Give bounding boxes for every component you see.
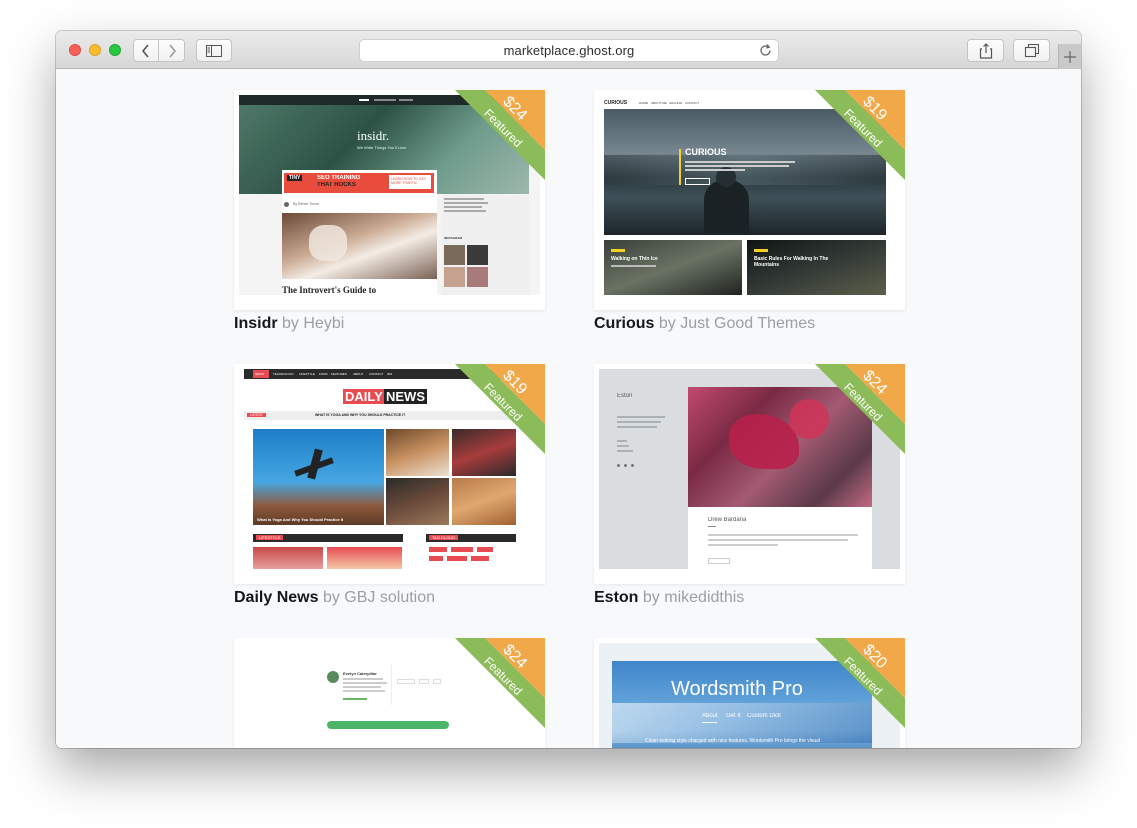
dn-logo-left: DAILY (343, 389, 385, 404)
by-label: by (282, 315, 299, 332)
theme-card-5[interactable]: Evelyn Caterpillar $24 Featured (234, 638, 545, 748)
insidr-tagline: We Write Things You'll Love (357, 145, 407, 150)
zoom-window-button[interactable] (109, 44, 121, 56)
forward-button[interactable] (158, 39, 185, 62)
wordsmith-nav-get-it: Get It (726, 713, 741, 719)
dn-nav-contact: CONTACT (369, 372, 384, 376)
curious-post2-title: Basic Rules For Walking In The Mountains (754, 256, 829, 268)
insidr-headline: The Introvert's Guide to (282, 285, 377, 295)
curious-nav-contact: CONTACT (685, 101, 700, 105)
dn-nav-news: NEWS (255, 372, 264, 376)
minimize-window-button[interactable] (89, 44, 101, 56)
insidr-logo: insidr. (357, 128, 390, 143)
theme-card-curious[interactable]: CURIOUS HOME ABOUT ME ARCHIVE CONTACT CU… (594, 90, 905, 310)
theme-author[interactable]: Just Good Themes (680, 315, 815, 332)
reload-icon[interactable] (758, 43, 773, 58)
share-button[interactable] (967, 39, 1004, 62)
featured-ribbon: $24 Featured (455, 638, 545, 728)
featured-ribbon: $19 Featured (815, 90, 905, 180)
dn-nav-about: ABOUT (353, 372, 364, 376)
by-label: by (322, 589, 340, 606)
dn-logo-right: NEWS (384, 389, 427, 404)
theme-author[interactable]: GBJ solution (344, 589, 435, 606)
address-bar[interactable]: marketplace.ghost.org (359, 39, 779, 62)
dn-nav-technology: TECHNOLOGY (273, 372, 295, 376)
featured-ribbon: $24 Featured (455, 90, 545, 180)
dn-nav-lifestyle: LIFESTYLE (299, 372, 315, 376)
theme-name[interactable]: Insidr (234, 315, 278, 332)
featured-ribbon: $19 Featured (455, 364, 545, 454)
browser-toolbar: marketplace.ghost.org (56, 31, 1081, 69)
theme-caption-eston[interactable]: Eston by mikedidthis (594, 589, 744, 607)
tabs-overview-icon (1024, 43, 1039, 57)
curious-hero-title: CURIOUS (685, 147, 727, 157)
browser-window: marketplace.ghost.org insidr. We Write T… (56, 31, 1081, 748)
theme-caption-daily-news[interactable]: Daily News by GBJ solution (234, 589, 435, 607)
theme-card-eston[interactable]: Eston Drew Bardana $24 Featured (594, 364, 905, 584)
by-label: by (658, 315, 676, 332)
insidr-section-label: INSTAGRAM (444, 236, 462, 240)
back-button[interactable] (133, 39, 159, 62)
dn-main-caption: What Is Yoga And Why You Should Practice… (257, 517, 344, 522)
theme-name[interactable]: Eston (594, 589, 638, 606)
curious-logo: CURIOUS (604, 100, 628, 106)
by-label: by (642, 589, 660, 606)
insidr-byline: By Renée Turner (293, 202, 320, 206)
theme-caption-insidr[interactable]: Insidr by Heybi (234, 315, 344, 333)
theme-author[interactable]: mikedidthis (664, 589, 744, 606)
chevron-left-icon (141, 43, 149, 58)
theme-name[interactable]: Daily News (234, 589, 318, 606)
theme-card-insidr[interactable]: insidr. We Write Things You'll Love TINY… (234, 90, 545, 310)
theme-caption-curious[interactable]: Curious by Just Good Themes (594, 315, 815, 333)
insidr-ad-brand: TINY (287, 175, 303, 181)
sidebar-toggle-button[interactable] (196, 39, 232, 62)
show-tabs-button[interactable] (1013, 39, 1050, 62)
sidebar-icon (206, 44, 222, 57)
dn-nav-food: FOOD (319, 372, 328, 376)
eston-site-title: Eston (617, 393, 633, 399)
curious-nav-archive: ARCHIVE (669, 101, 683, 105)
curious-nav-home: HOME (639, 101, 648, 105)
featured-ribbon: $24 Featured (815, 364, 905, 454)
theme-name[interactable]: Curious (594, 315, 654, 332)
plus-icon (1064, 50, 1076, 63)
theme-card-daily-news[interactable]: NEWS TECHNOLOGY LIFESTYLE FOOD FEATURES … (234, 364, 545, 584)
wordsmith-hero-title: Wordsmith Pro (671, 678, 803, 700)
theme-card-wordsmith-pro[interactable]: Wordsmith Pro About Get It Custom Dick C… (594, 638, 905, 748)
insidr-ad-line1: SEO TRAINING (317, 175, 361, 181)
eston-author-name: Drew Bardana (708, 517, 747, 523)
curious-post1-title: Walking on Thin Ice (611, 256, 658, 262)
curious-nav-about: ABOUT ME (651, 101, 667, 105)
dn-section-lifestyle: LIFESTYLE (256, 535, 284, 540)
wordsmith-nav-about: About (702, 713, 718, 719)
chevron-right-icon (168, 43, 176, 58)
theme-author[interactable]: Heybi (303, 315, 344, 332)
wordsmith-blurb: Clean looking style charged with nice fe… (645, 738, 820, 744)
profile-name: Evelyn Caterpillar (343, 671, 377, 676)
new-tab-button[interactable] (1058, 44, 1081, 69)
dn-nav-404: 404 (387, 372, 393, 376)
url-text: marketplace.ghost.org (503, 43, 635, 58)
wordsmith-nav-custom: Custom Dick (747, 713, 782, 719)
insidr-ad-line2: THAT ROCKS (317, 182, 356, 188)
share-icon (979, 42, 992, 59)
insidr-ad-cta: LEARN HOW TO GET MORE TRAFFIC (391, 177, 427, 185)
dn-ticker-label: LATEST (247, 413, 266, 417)
marketplace-content[interactable]: insidr. We Write Things You'll Love TINY… (56, 70, 1081, 748)
close-window-button[interactable] (69, 44, 81, 56)
dn-nav-features: FEATURES (331, 372, 347, 376)
featured-ribbon: $20 Featured (815, 638, 905, 728)
dn-section-tags: TAG CLOUD (429, 535, 459, 540)
dn-ticker-text: WHAT IS YOGA AND WHY YOU SHOULD PRACTICE… (315, 413, 406, 417)
